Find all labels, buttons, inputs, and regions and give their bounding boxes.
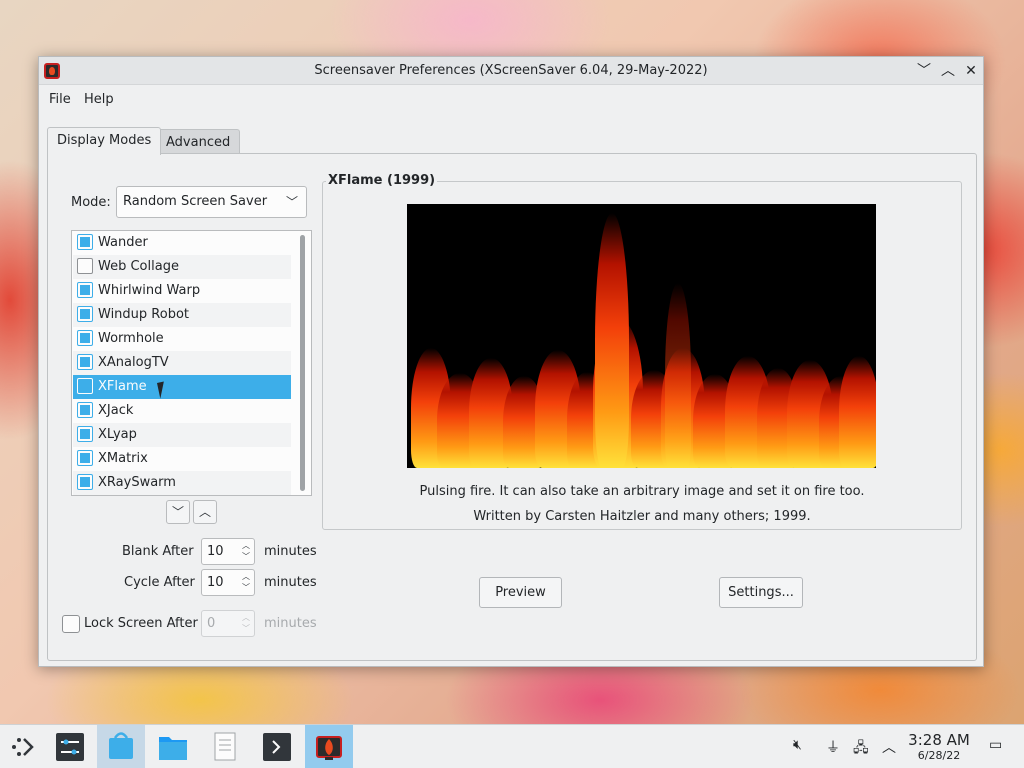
cycle-after-spinbox[interactable]: 10 ︿ ﹀ <box>201 569 255 596</box>
settings-button[interactable]: Settings... <box>719 577 803 608</box>
minimize-icon[interactable]: ﹀ <box>914 61 934 81</box>
tab-display-modes[interactable]: Display Modes <box>47 127 162 155</box>
list-item-xjack[interactable]: XJack <box>73 399 291 423</box>
menu-help[interactable]: Help <box>84 92 114 107</box>
cycle-after-label: Cycle After <box>124 575 195 590</box>
spin-arrows-icon[interactable]: ︿ ﹀ <box>241 571 251 593</box>
list-item-label: XRaySwarm <box>98 475 176 490</box>
taskbar: 🔇︎ ⏚ 🖧︎ ︿ ▭ <box>0 724 1024 768</box>
lock-after-spinbox: 0 ︿ ﹀ <box>201 610 255 637</box>
flame-wisp <box>665 283 691 468</box>
enable-checkbox[interactable] <box>77 330 93 346</box>
enable-checkbox[interactable] <box>77 258 93 274</box>
application-launcher[interactable] <box>0 725 48 768</box>
lock-after-units: minutes <box>264 616 317 631</box>
preview-button[interactable]: Preview <box>479 577 562 608</box>
clock-date[interactable]: 6/28/22 <box>905 749 973 762</box>
list-item-xlyap[interactable]: XLyap <box>73 423 291 447</box>
taskbar-discover[interactable] <box>97 725 145 768</box>
list-item-label: Whirlwind Warp <box>98 283 201 298</box>
blank-after-value: 10 <box>207 544 224 559</box>
list-item-label: XMatrix <box>98 451 148 466</box>
lock-screen-label: Lock Screen After <box>84 616 198 631</box>
folder-icon <box>159 737 187 760</box>
spin-arrows-icon: ︿ ﹀ <box>242 613 250 633</box>
list-item-xflame[interactable]: XFlame <box>73 375 291 399</box>
mode-label: Mode: <box>71 195 111 210</box>
cycle-after-value: 10 <box>207 575 224 590</box>
enable-checkbox[interactable] <box>77 474 93 490</box>
list-item-wander[interactable]: Wander <box>73 231 291 255</box>
tab-advanced[interactable]: Advanced <box>156 129 241 154</box>
maximize-icon[interactable]: ︿ <box>938 61 958 81</box>
saver-title: XFlame (1999) <box>326 173 438 188</box>
spin-arrows-icon[interactable]: ︿ ﹀ <box>241 540 251 562</box>
show-desktop-icon[interactable]: ▭ <box>989 737 1002 753</box>
title-bar[interactable]: Screensaver Preferences (XScreenSaver 6.… <box>39 57 983 85</box>
taskbar-konsole[interactable] <box>253 725 301 768</box>
list-item-whirlwind-warp[interactable]: Whirlwind Warp <box>73 279 291 303</box>
xscreensaver-icon <box>316 736 342 760</box>
flame-column <box>595 213 629 468</box>
lock-screen-checkbox[interactable] <box>62 615 80 633</box>
network-icon[interactable]: 🖧︎ <box>853 737 869 761</box>
list-item-label: Web Collage <box>98 259 179 274</box>
list-item-windup-robot[interactable]: Windup Robot <box>73 303 291 327</box>
text-editor-icon <box>214 732 236 761</box>
lock-after-value: 0 <box>207 616 216 631</box>
enable-checkbox[interactable] <box>77 378 93 394</box>
list-item-label: Windup Robot <box>98 307 189 322</box>
taskbar-system-settings[interactable] <box>46 725 94 768</box>
cycle-after-units: minutes <box>264 575 317 590</box>
enable-checkbox[interactable] <box>77 426 93 442</box>
taskbar-dolphin[interactable] <box>149 725 197 768</box>
terminal-icon <box>263 733 291 761</box>
taskbar-xscreensaver[interactable] <box>305 725 353 768</box>
blank-after-spinbox[interactable]: 10 ︿ ﹀ <box>201 538 255 565</box>
system-settings-icon <box>56 733 84 761</box>
chevron-down-icon: ﹀ <box>285 195 298 209</box>
taskbar-text-editor[interactable] <box>201 725 249 768</box>
mode-selected-value: Random Screen Saver <box>123 194 268 209</box>
launcher-icon <box>12 738 34 756</box>
saver-description: Pulsing fire. It can also take an arbitr… <box>419 484 865 499</box>
list-item-label: XAnalogTV <box>98 355 169 370</box>
enable-checkbox[interactable] <box>77 354 93 370</box>
blank-after-units: minutes <box>264 544 317 559</box>
usb-device-icon[interactable]: ⏚ <box>826 737 840 757</box>
saver-credits: Written by Carsten Haitzler and many oth… <box>473 509 811 524</box>
list-item-label: XLyap <box>98 427 137 442</box>
menu-file[interactable]: File <box>49 92 71 107</box>
list-scrollbar-thumb[interactable] <box>300 235 305 491</box>
discover-icon <box>109 732 133 759</box>
list-item-label: Wander <box>98 235 148 250</box>
enable-checkbox[interactable] <box>77 282 93 298</box>
list-item-xmatrix[interactable]: XMatrix <box>73 447 291 471</box>
close-icon[interactable]: ✕ <box>961 61 981 81</box>
enable-checkbox[interactable] <box>77 234 93 250</box>
move-down-button[interactable]: ﹀ <box>166 500 190 524</box>
list-item-web-collage[interactable]: Web Collage <box>73 255 291 279</box>
window-title: Screensaver Preferences (XScreenSaver 6.… <box>314 63 708 78</box>
list-item-wormhole[interactable]: Wormhole <box>73 327 291 351</box>
mode-combobox[interactable]: Random Screen Saver ﹀ <box>116 186 307 218</box>
list-item-xrayswarm[interactable]: XRaySwarm <box>73 471 291 495</box>
enable-checkbox[interactable] <box>77 306 93 322</box>
clock-time[interactable]: 3:28 AM <box>905 731 973 749</box>
move-up-button[interactable]: ︿ <box>193 500 217 524</box>
enable-checkbox[interactable] <box>77 450 93 466</box>
blank-after-label: Blank After <box>122 544 194 559</box>
menu-bar: File Help <box>39 85 983 115</box>
flame-shape <box>839 356 876 468</box>
list-item-xanalogtv[interactable]: XAnalogTV <box>73 351 291 375</box>
list-item-label: XJack <box>98 403 134 418</box>
screensaver-list[interactable]: Wander Web Collage Whirlwind Warp Windup… <box>71 230 312 496</box>
volume-muted-icon[interactable]: 🔇︎ <box>793 737 802 753</box>
saver-preview-image <box>407 204 876 468</box>
enable-checkbox[interactable] <box>77 402 93 418</box>
list-item-label: Wormhole <box>98 331 164 346</box>
list-item-label: XFlame <box>98 379 147 394</box>
tray-expand-icon[interactable]: ︿ <box>882 737 896 757</box>
